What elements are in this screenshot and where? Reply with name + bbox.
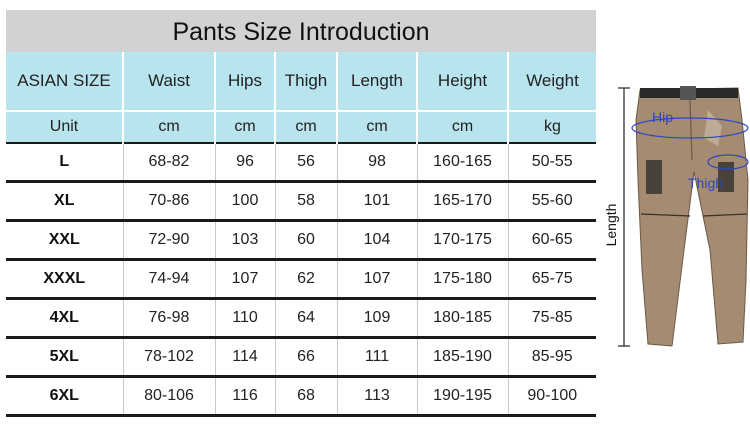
table-row: 5XL 78-102 114 66 111 185-190 85-95 (6, 337, 596, 377)
length-cell: 98 (336, 143, 417, 182)
table-row: L 68-82 96 56 98 160-165 50-55 (6, 143, 596, 182)
weight-cell: 55-60 (507, 181, 596, 221)
chart-title: Pants Size Introduction (6, 10, 596, 52)
length-cell: 104 (336, 220, 417, 260)
length-cell: 107 (336, 259, 417, 299)
unit-weight: kg (507, 110, 596, 143)
waist-cell: 80-106 (122, 376, 215, 416)
size-cell: L (6, 143, 123, 182)
hips-cell: 103 (214, 220, 275, 260)
height-cell: 170-175 (416, 220, 508, 260)
weight-cell: 75-85 (507, 298, 596, 338)
unit-hips: cm (214, 110, 275, 143)
hips-cell: 96 (214, 143, 275, 182)
header-size: ASIAN SIZE (6, 52, 123, 111)
belt-buckle (680, 86, 696, 100)
thigh-cell: 60 (274, 220, 337, 260)
unit-height: cm (416, 110, 508, 143)
size-table: ASIAN SIZE Waist Hips Thigh Length Heigh… (6, 52, 596, 417)
waist-cell: 76-98 (122, 298, 215, 338)
length-label: Length (603, 204, 619, 247)
header-waist: Waist (122, 52, 215, 111)
table-row: 4XL 76-98 110 64 109 180-185 75-85 (6, 298, 596, 338)
waist-cell: 74-94 (122, 259, 215, 299)
height-cell: 165-170 (416, 181, 508, 221)
weight-cell: 50-55 (507, 143, 596, 182)
left-cargo-pocket (646, 160, 662, 194)
unit-length: cm (336, 110, 417, 143)
size-cell: XL (6, 181, 123, 221)
weight-cell: 90-100 (507, 376, 596, 416)
table-row: XL 70-86 100 58 101 165-170 55-60 (6, 181, 596, 221)
thigh-cell: 66 (274, 337, 337, 377)
table-row: XXXL 74-94 107 62 107 175-180 65-75 (6, 259, 596, 299)
size-cell: 4XL (6, 298, 123, 338)
header-height: Height (416, 52, 508, 111)
header-thigh: Thigh (274, 52, 337, 111)
length-cell: 111 (336, 337, 417, 377)
weight-cell: 60-65 (507, 220, 596, 260)
header-length: Length (336, 52, 417, 111)
pants-image (635, 86, 749, 347)
size-cell: 5XL (6, 337, 123, 377)
hips-cell: 100 (214, 181, 275, 221)
waist-cell: 68-82 (122, 143, 215, 182)
header-weight: Weight (507, 52, 596, 111)
hips-cell: 114 (214, 337, 275, 377)
table-row: XXL 72-90 103 60 104 170-175 60-65 (6, 220, 596, 260)
unit-label: Unit (6, 110, 123, 143)
size-chart: Pants Size Introduction ASIAN SIZE Waist… (6, 10, 596, 417)
header-row: ASIAN SIZE Waist Hips Thigh Length Heigh… (6, 52, 596, 111)
weight-cell: 85-95 (507, 337, 596, 377)
thigh-cell: 56 (274, 143, 337, 182)
thigh-cell: 64 (274, 298, 337, 338)
unit-waist: cm (122, 110, 215, 143)
hips-cell: 110 (214, 298, 275, 338)
height-cell: 180-185 (416, 298, 508, 338)
pants-measurement-figure: Length Hip Thigh (603, 86, 749, 347)
waist-cell: 70-86 (122, 181, 215, 221)
weight-cell: 65-75 (507, 259, 596, 299)
length-cell: 109 (336, 298, 417, 338)
thigh-cell: 62 (274, 259, 337, 299)
unit-thigh: cm (274, 110, 337, 143)
waist-cell: 78-102 (122, 337, 215, 377)
hips-cell: 116 (214, 376, 275, 416)
height-cell: 190-195 (416, 376, 508, 416)
size-cell: 6XL (6, 376, 123, 416)
size-cell: XXL (6, 220, 123, 260)
height-cell: 175-180 (416, 259, 508, 299)
hips-cell: 107 (214, 259, 275, 299)
height-cell: 185-190 (416, 337, 508, 377)
length-cell: 113 (336, 376, 417, 416)
size-cell: XXXL (6, 259, 123, 299)
height-cell: 160-165 (416, 143, 508, 182)
length-cell: 101 (336, 181, 417, 221)
thigh-label: Thigh (688, 175, 723, 191)
header-hips: Hips (214, 52, 275, 111)
thigh-cell: 68 (274, 376, 337, 416)
unit-row: Unit cm cm cm cm cm kg (6, 110, 596, 143)
hip-label: Hip (652, 109, 673, 125)
waist-cell: 72-90 (122, 220, 215, 260)
thigh-cell: 58 (274, 181, 337, 221)
table-row: 6XL 80-106 116 68 113 190-195 90-100 (6, 376, 596, 416)
